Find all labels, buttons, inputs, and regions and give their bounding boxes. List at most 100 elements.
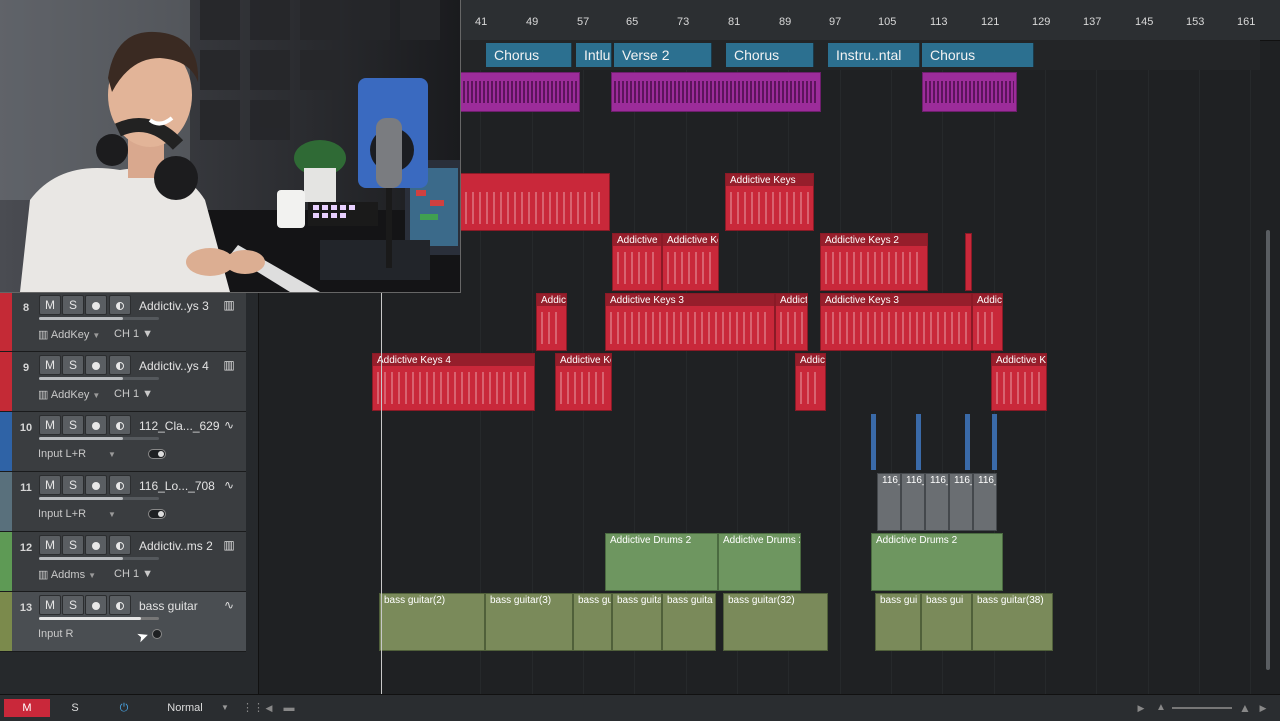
- audio-event-bass[interactable]: bass guita: [612, 593, 662, 651]
- audio-event-bass[interactable]: bass guitar(3): [485, 593, 573, 651]
- instrument-input-select[interactable]: ▥ AddKey ▼: [38, 328, 100, 341]
- power-icon[interactable]: ⏻: [110, 699, 138, 717]
- audio-event-vocal[interactable]: [460, 72, 580, 112]
- playhead-cursor[interactable]: [381, 290, 382, 694]
- audio-event-bass[interactable]: bass gui: [921, 593, 972, 651]
- instrument-event[interactable]: Addictive Keys 3: [820, 293, 972, 351]
- solo-button[interactable]: S: [62, 295, 84, 315]
- volume-fader[interactable]: [39, 437, 159, 440]
- section-interlude[interactable]: Intlu: [576, 43, 612, 67]
- instrument-event[interactable]: Addictive Ke: [662, 233, 719, 291]
- vertical-scrollbar[interactable]: [1266, 230, 1270, 670]
- audio-event-slice[interactable]: [965, 414, 970, 470]
- scroll-right-end-icon[interactable]: ▶: [1256, 699, 1270, 717]
- volume-fader[interactable]: [39, 557, 159, 560]
- audio-event-loop[interactable]: 116_: [973, 473, 997, 531]
- audio-input-select[interactable]: Input L+R ▼: [38, 508, 116, 520]
- audio-event-vocal[interactable]: [922, 72, 1017, 112]
- monitor-button[interactable]: [109, 535, 131, 555]
- audio-event-bass[interactable]: bass gu: [573, 593, 612, 651]
- timeline-ruler[interactable]: 41 49 57 65 73 81 89 97 105 113 121 129 …: [460, 0, 1280, 41]
- input-monitor-toggle[interactable]: [152, 629, 162, 639]
- monitor-button[interactable]: [109, 475, 131, 495]
- monitor-button[interactable]: [109, 355, 131, 375]
- mute-button[interactable]: M: [39, 475, 61, 495]
- volume-fader[interactable]: [39, 317, 159, 320]
- solo-button[interactable]: S: [62, 415, 84, 435]
- monitor-button[interactable]: [109, 595, 131, 615]
- record-arm-button[interactable]: [85, 475, 107, 495]
- solo-button[interactable]: S: [62, 595, 84, 615]
- grip-icon[interactable]: ⋮⋮: [242, 699, 264, 717]
- solo-button[interactable]: S: [62, 355, 84, 375]
- global-mute-button[interactable]: M: [4, 699, 50, 717]
- monitor-button[interactable]: [109, 295, 131, 315]
- audio-event-loop[interactable]: 116_: [877, 473, 901, 531]
- audio-event-slice[interactable]: [916, 414, 921, 470]
- audio-event-bass[interactable]: bass guitar(38): [972, 593, 1053, 651]
- track-header-selected[interactable]: 13 M S bass guitar ∿ Input R: [0, 592, 246, 652]
- track-header[interactable]: 11 M S 116_Lo..._708 ∿ Input L+R ▼: [0, 472, 246, 532]
- channel-select[interactable]: CH 1 ▼: [114, 568, 153, 580]
- scroll-left-icon[interactable]: ◀: [262, 699, 276, 717]
- zoom-slider[interactable]: [1170, 699, 1234, 717]
- instrument-event[interactable]: Addictive Keys 4: [372, 353, 535, 411]
- solo-button[interactable]: S: [62, 535, 84, 555]
- section-verse[interactable]: Verse 2: [614, 43, 712, 67]
- mute-button[interactable]: M: [39, 595, 61, 615]
- record-arm-button[interactable]: [85, 595, 107, 615]
- global-solo-button[interactable]: S: [52, 699, 98, 717]
- audio-event-loop[interactable]: 116_: [925, 473, 949, 531]
- audio-event-slice[interactable]: [871, 414, 876, 470]
- instrument-event[interactable]: Addict: [536, 293, 567, 351]
- volume-fader[interactable]: [39, 617, 159, 620]
- audio-event-vocal[interactable]: [611, 72, 821, 112]
- instrument-event[interactable]: Addict: [795, 353, 826, 411]
- audio-event-bass[interactable]: bass guitar(32): [723, 593, 828, 651]
- audio-event-slice[interactable]: [992, 414, 997, 470]
- section-chorus[interactable]: Chorus: [922, 43, 1034, 67]
- mute-button[interactable]: M: [39, 355, 61, 375]
- audio-event-bass[interactable]: bass guita: [662, 593, 716, 651]
- instrument-event[interactable]: Addictive Keys: [725, 173, 814, 231]
- zoom-in-icon[interactable]: ▲: [1238, 699, 1252, 717]
- instrument-event-drums[interactable]: Addictive Drums 2: [605, 533, 718, 591]
- track-name[interactable]: 112_Cla..._629: [139, 419, 219, 433]
- audio-event-loop[interactable]: 116_: [901, 473, 925, 531]
- horizontal-scroll-thumb[interactable]: ▬: [282, 699, 296, 717]
- mute-button[interactable]: M: [39, 415, 61, 435]
- track-name[interactable]: Addictiv..ms 2: [139, 539, 219, 553]
- input-monitor-toggle[interactable]: [148, 449, 166, 459]
- instrument-event[interactable]: Addictive K: [612, 233, 662, 291]
- record-arm-button[interactable]: [85, 355, 107, 375]
- instrument-event[interactable]: Addictive Keys 3: [605, 293, 775, 351]
- zoom-out-icon[interactable]: ▲: [1154, 699, 1168, 717]
- audio-input-select[interactable]: Input R: [38, 628, 73, 640]
- instrument-event-drums[interactable]: Addictive Drums 2: [718, 533, 801, 591]
- volume-fader[interactable]: [39, 497, 159, 500]
- record-arm-button[interactable]: [85, 295, 107, 315]
- audio-event-loop[interactable]: 116_: [949, 473, 973, 531]
- channel-select[interactable]: CH 1 ▼: [114, 328, 153, 340]
- scroll-right-icon[interactable]: ▶: [1134, 699, 1148, 717]
- track-header[interactable]: 8 M S Addictiv..ys 3 ▥ ▥ AddKey ▼ CH 1 ▼: [0, 292, 246, 352]
- record-arm-button[interactable]: [85, 415, 107, 435]
- track-name[interactable]: Addictiv..ys 3: [139, 299, 219, 313]
- section-chorus[interactable]: Chorus: [726, 43, 814, 67]
- solo-button[interactable]: S: [62, 475, 84, 495]
- instrument-event[interactable]: [965, 233, 972, 291]
- track-name[interactable]: bass guitar: [139, 599, 219, 613]
- section-chorus[interactable]: Chorus: [486, 43, 572, 67]
- mute-button[interactable]: M: [39, 295, 61, 315]
- volume-fader[interactable]: [39, 377, 159, 380]
- instrument-event-drums[interactable]: Addictive Drums 2: [871, 533, 1003, 591]
- input-monitor-toggle[interactable]: [148, 509, 166, 519]
- track-header[interactable]: 10 M S 112_Cla..._629 ∿ Input L+R ▼: [0, 412, 246, 472]
- instrument-event[interactable]: Addictive Ke: [555, 353, 612, 411]
- instrument-event[interactable]: [460, 173, 610, 231]
- track-name[interactable]: Addictiv..ys 4: [139, 359, 219, 373]
- instrument-event[interactable]: Addict: [775, 293, 808, 351]
- mute-button[interactable]: M: [39, 535, 61, 555]
- monitor-button[interactable]: [109, 415, 131, 435]
- audio-input-select[interactable]: Input L+R ▼: [38, 448, 116, 460]
